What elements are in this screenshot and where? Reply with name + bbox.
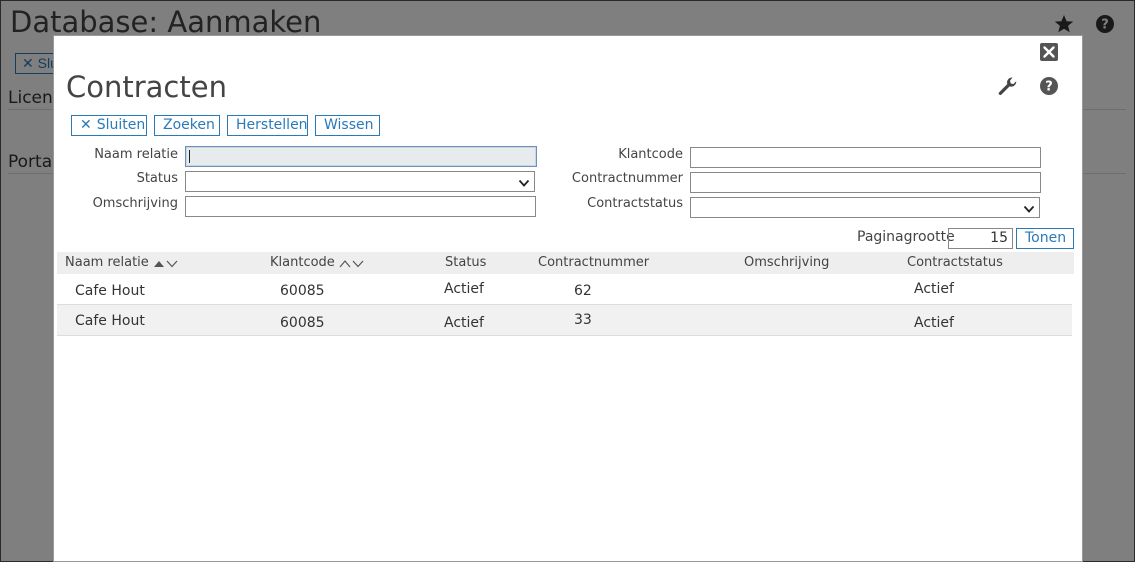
close-button-label: Sluiten: [96, 117, 146, 133]
cell-contractnummer: 62: [574, 283, 592, 299]
status-select[interactable]: [185, 171, 535, 192]
page-title: Contracten: [66, 70, 227, 104]
table-row[interactable]: Cafe Hout 60085 Actief 33 Actief: [57, 305, 1072, 336]
column-header-contractstatus: Contractstatus: [907, 255, 1003, 270]
naam-relatie-label: Naam relatie: [94, 147, 178, 162]
close-button[interactable]: ✕ Sluiten: [71, 115, 147, 136]
cell-klantcode: 60085: [280, 283, 325, 299]
show-button[interactable]: Tonen: [1016, 228, 1074, 249]
chevron-down-icon: [1023, 202, 1035, 214]
omschrijving-input[interactable]: [185, 196, 536, 217]
column-header-contractnummer: Contractnummer: [538, 255, 650, 270]
cell-contractstatus: Actief: [914, 281, 954, 297]
page-size-input[interactable]: 15: [948, 228, 1013, 249]
contractnummer-label: Contractnummer: [571, 171, 683, 186]
cell-status: Actief: [444, 315, 484, 331]
cell-contractnummer: 33: [574, 312, 592, 328]
cell-naam-relatie: Cafe Hout: [75, 283, 145, 299]
column-header-label: Klantcode: [270, 255, 335, 270]
column-header-label: Naam relatie: [65, 255, 149, 270]
contractnummer-input[interactable]: [690, 172, 1041, 193]
cell-contractstatus: Actief: [914, 315, 954, 331]
contractstatus-label: Contractstatus: [587, 196, 683, 211]
page-size-label: Paginagrootte: [857, 229, 955, 245]
close-icon[interactable]: [1040, 43, 1058, 61]
close-icon: ✕: [80, 117, 92, 133]
table-row[interactable]: Cafe Hout 60085 Actief 62 Actief: [57, 274, 1072, 305]
sort-asc-icon[interactable]: [149, 255, 179, 270]
svg-text:?: ?: [1045, 80, 1053, 95]
cell-status: Actief: [444, 281, 484, 297]
klantcode-label: Klantcode: [618, 147, 683, 162]
column-header-status: Status: [445, 255, 487, 270]
cell-klantcode: 60085: [280, 315, 325, 331]
table-header: Naam relatie Klantcode Status Contractnu…: [57, 252, 1074, 274]
text-cursor: [189, 150, 190, 163]
column-header-naam-relatie[interactable]: Naam relatie: [65, 255, 179, 270]
naam-relatie-input[interactable]: [185, 146, 537, 167]
cell-naam-relatie: Cafe Hout: [75, 313, 145, 329]
contractstatus-select[interactable]: [690, 197, 1040, 218]
omschrijving-label: Omschrijving: [92, 196, 178, 211]
sort-desc-icon[interactable]: [335, 255, 365, 270]
search-button[interactable]: Zoeken: [154, 115, 220, 136]
chevron-down-icon: [518, 176, 530, 188]
status-label: Status: [136, 171, 178, 186]
clear-button[interactable]: Wissen: [315, 115, 380, 136]
wrench-icon[interactable]: [996, 75, 1018, 97]
column-header-omschrijving: Omschrijving: [744, 255, 830, 270]
contracts-dialog: Contracten ? ✕ Sluiten Zoeken Herstellen …: [53, 35, 1083, 562]
column-header-klantcode[interactable]: Klantcode: [270, 255, 365, 270]
klantcode-input[interactable]: [690, 147, 1041, 168]
help-icon[interactable]: ?: [1038, 75, 1060, 97]
reset-button[interactable]: Herstellen: [227, 115, 308, 136]
